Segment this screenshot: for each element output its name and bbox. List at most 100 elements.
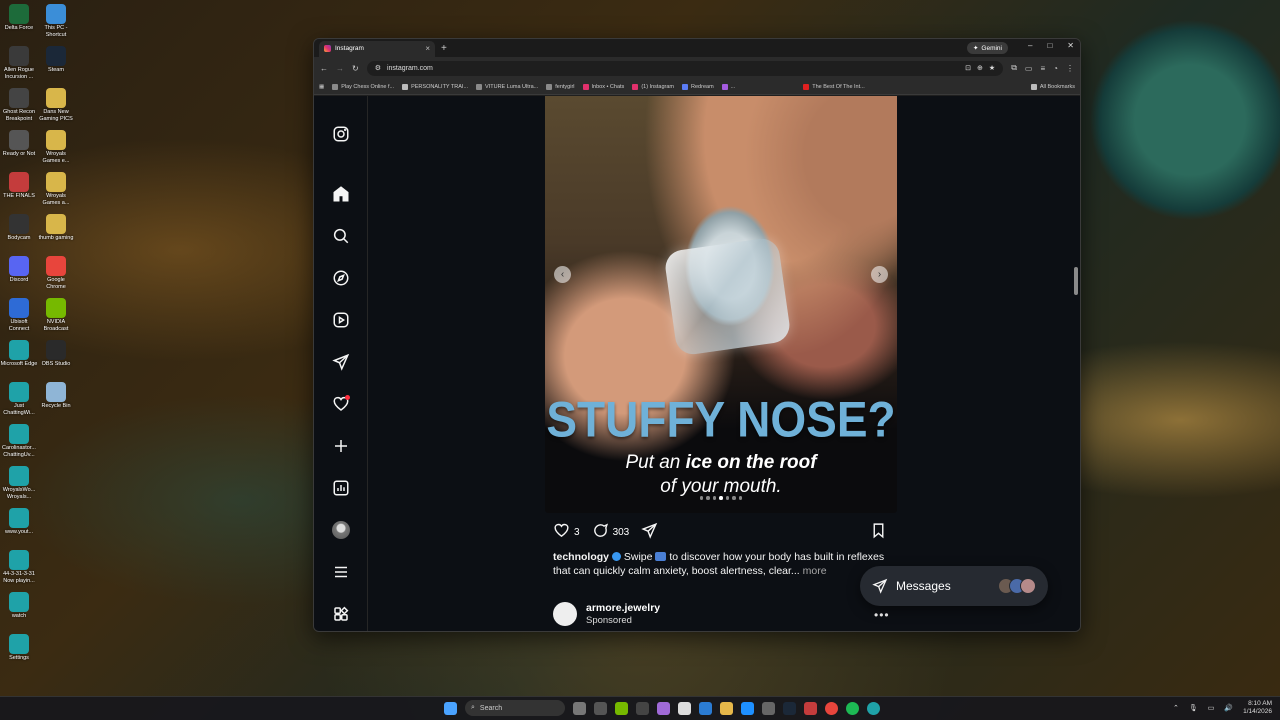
- desktop-icon[interactable]: Allen Rogue Incursion ...: [0, 46, 38, 81]
- desktop-icon[interactable]: Google Chrome: [37, 256, 75, 291]
- desktop-icon[interactable]: THE FINALS: [0, 172, 38, 200]
- home-icon[interactable]: [331, 184, 351, 204]
- tab-instagram[interactable]: Instagram ×: [319, 40, 435, 57]
- close-tab-icon[interactable]: ×: [425, 44, 430, 53]
- save-bookmark-icon[interactable]: [870, 522, 887, 542]
- bookmark-item[interactable]: Redream: [682, 83, 714, 90]
- desktop-icon[interactable]: Discord: [0, 256, 38, 284]
- app-icon[interactable]: [636, 701, 649, 715]
- site-info-icon[interactable]: ⚙: [375, 64, 381, 72]
- post-media[interactable]: STUFFY NOSE? Put an ice on the roof of y…: [545, 96, 897, 513]
- desktop-icon[interactable]: Settings: [0, 634, 38, 662]
- explore-icon[interactable]: [331, 268, 351, 288]
- desktop-icon[interactable]: Wroyals Games a...: [37, 172, 75, 207]
- desktop-icon[interactable]: Bodycam: [0, 214, 38, 242]
- apps-icon[interactable]: ▦: [319, 84, 324, 90]
- widgets-icon[interactable]: [594, 701, 607, 715]
- desktop-icon[interactable]: Delta Force: [0, 4, 38, 32]
- bookmark-item[interactable]: Inbox • Chats: [582, 83, 624, 90]
- desktop-icon[interactable]: This PC - Shortcut: [37, 4, 75, 39]
- mic-icon[interactable]: 🎙: [1189, 704, 1198, 712]
- tab-search-icon[interactable]: ≡: [1040, 64, 1045, 73]
- sponsor-username[interactable]: armore.jewelry: [586, 602, 660, 615]
- desktop-icon[interactable]: Recycle Bin: [37, 382, 75, 410]
- instagram-logo-icon[interactable]: [331, 124, 351, 144]
- chrome-icon[interactable]: [825, 701, 838, 715]
- desktop-icon[interactable]: Ghost Recon Breakpoint: [0, 88, 38, 123]
- bookmark-item[interactable]: fentygirl: [546, 83, 575, 90]
- bookmark-item[interactable]: ...: [721, 83, 735, 90]
- network-icon[interactable]: ▭: [1208, 704, 1215, 712]
- forward-icon[interactable]: →: [336, 64, 344, 73]
- desktop-icon[interactable]: Microsoft Edge: [0, 340, 38, 368]
- also-from-meta-icon[interactable]: [331, 604, 351, 624]
- desktop-icon[interactable]: WroyalsWo... Wroyals...: [0, 466, 38, 501]
- notifications-heart-icon[interactable]: [331, 394, 351, 414]
- show-hidden-icons[interactable]: ⌃: [1173, 704, 1179, 712]
- volume-icon[interactable]: 🔊: [1224, 704, 1233, 712]
- messages-icon[interactable]: [331, 352, 351, 372]
- sidepanel-icon[interactable]: ▭: [1025, 64, 1033, 73]
- share-icon[interactable]: [641, 522, 658, 542]
- store-icon[interactable]: [699, 701, 712, 715]
- sponsor-avatar[interactable]: [553, 602, 577, 626]
- bookmark-item[interactable]: VITURE Luma Ultra...: [476, 83, 538, 90]
- desktop-icon[interactable]: Just ChattingWi...: [0, 382, 38, 417]
- install-app-icon[interactable]: ⊡: [965, 64, 971, 72]
- messages-float-button[interactable]: Messages: [860, 566, 1048, 606]
- comment-icon[interactable]: [592, 522, 609, 542]
- game-icon[interactable]: [804, 701, 817, 715]
- like-icon[interactable]: [553, 522, 570, 542]
- edge-icon[interactable]: [867, 701, 880, 715]
- caption-username[interactable]: technology: [553, 551, 609, 563]
- desktop-icon[interactable]: Wroyals Games e...: [37, 130, 75, 165]
- all-bookmarks-button[interactable]: All Bookmarks: [1030, 83, 1075, 90]
- settings-icon[interactable]: [762, 701, 775, 715]
- gemini-button[interactable]: ✦ Gemini: [966, 42, 1008, 54]
- dashboard-icon[interactable]: [331, 478, 351, 498]
- bookmark-item[interactable]: Play Chess Online f...: [332, 83, 394, 90]
- bookmark-folder[interactable]: PERSONALITY TRAI...: [402, 83, 468, 90]
- reload-icon[interactable]: ↻: [352, 64, 359, 73]
- desktop-icon[interactable]: 44-3-31-3-31 Now playin...: [0, 550, 38, 585]
- desktop-icon[interactable]: Dans New Gaming PICS: [37, 88, 75, 123]
- menu-icon[interactable]: ⋮: [1066, 64, 1074, 73]
- close-window-button[interactable]: ✕: [1067, 41, 1074, 50]
- create-icon[interactable]: [331, 436, 351, 456]
- post-options-icon[interactable]: •••: [874, 608, 890, 622]
- desktop-icon[interactable]: www.yout...: [0, 508, 38, 536]
- address-bar[interactable]: ⚙ instagram.com ⊡ ⊕ ★: [366, 60, 1004, 76]
- desktop-icon[interactable]: watch: [0, 592, 38, 620]
- desktop-icon[interactable]: OBS Studio: [37, 340, 75, 368]
- carousel-next-button[interactable]: ›: [871, 266, 888, 283]
- desktop-icon[interactable]: Steam: [37, 46, 75, 74]
- start-icon[interactable]: [444, 701, 457, 715]
- task-view-icon[interactable]: [573, 701, 586, 715]
- reels-icon[interactable]: [331, 310, 351, 330]
- bookmark-star-icon[interactable]: ★: [989, 64, 995, 72]
- scrollbar-thumb[interactable]: [1074, 267, 1078, 295]
- taskbar-search[interactable]: ⌕ Search: [465, 700, 565, 716]
- search-icon[interactable]: [331, 226, 351, 246]
- copilot-icon[interactable]: [657, 701, 670, 715]
- desktop-icon[interactable]: Carolinastor... ChattingUv...: [0, 424, 38, 459]
- more-menu-icon[interactable]: [331, 562, 351, 582]
- mail-icon[interactable]: [741, 701, 754, 715]
- zoom-icon[interactable]: ⊕: [977, 64, 983, 72]
- file-explorer-icon[interactable]: [720, 701, 733, 715]
- maximize-button[interactable]: □: [1047, 41, 1052, 50]
- desktop-icon[interactable]: NVIDIA Broadcast: [37, 298, 75, 333]
- back-icon[interactable]: ←: [320, 64, 328, 73]
- bookmark-item[interactable]: (1) Instagram: [632, 83, 674, 90]
- caption-more-link[interactable]: more: [803, 565, 827, 577]
- profile-avatar[interactable]: [331, 520, 351, 540]
- desktop-icon[interactable]: Ubisoft Connect: [0, 298, 38, 333]
- page-scrollbar[interactable]: [1074, 97, 1078, 631]
- desktop-icon[interactable]: thumb gaming: [37, 214, 75, 242]
- notepad-icon[interactable]: [678, 701, 691, 715]
- nvidia-icon[interactable]: [615, 701, 628, 715]
- clock[interactable]: 8:10 AM 1/14/2026: [1243, 700, 1272, 716]
- minimize-button[interactable]: –: [1028, 41, 1032, 50]
- steam-icon[interactable]: [783, 701, 796, 715]
- spotify-icon[interactable]: [846, 701, 859, 715]
